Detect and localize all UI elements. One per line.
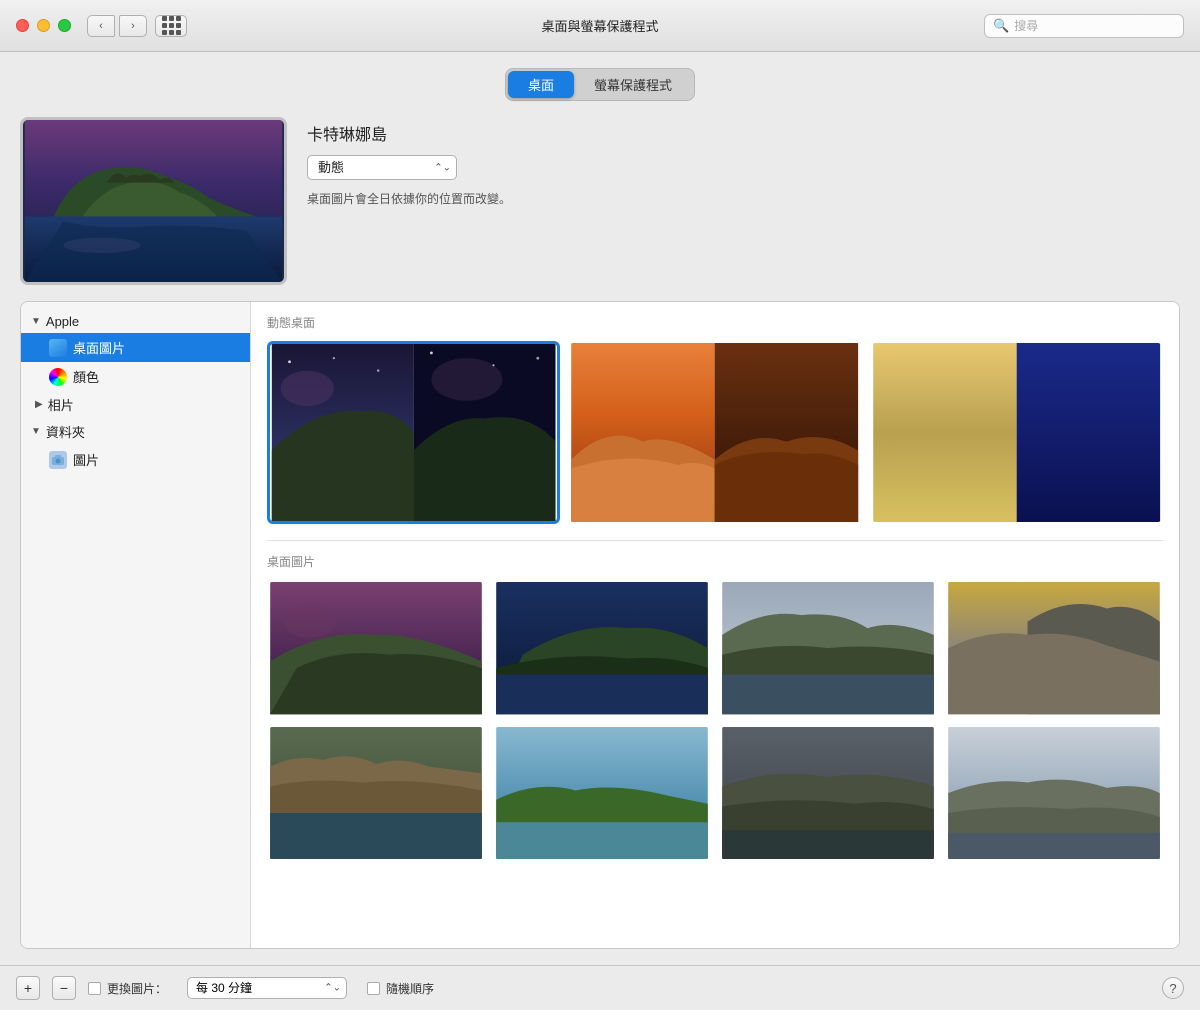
triangle-down-icon: ▼ [31,316,41,327]
sidebar-section-label: Apple [46,314,79,329]
wallpaper-static-7[interactable] [719,725,937,861]
sidebar-item-label: 顏色 [73,367,99,386]
interval-select[interactable]: 每 30 分鐘 每 1 小時 每天 登入時 喚醒時 [187,977,347,999]
section-divider [267,540,1163,541]
sidebar-apple-section[interactable]: ▼ Apple [21,310,250,333]
change-image-checkbox[interactable] [88,982,101,995]
wallpaper-mojave-dynamic[interactable] [568,341,861,524]
change-image-row: 更換圖片： [88,980,167,997]
sidebar-folders-section[interactable]: ▼ 資料夾 [21,418,250,445]
close-button[interactable] [16,19,29,32]
random-checkbox[interactable] [367,982,380,995]
interval-dropdown: 每 30 分鐘 每 1 小時 每天 登入時 喚醒時 ⌃⌄ [187,977,347,999]
minimize-button[interactable] [37,19,50,32]
preview-info: 卡特琳娜島 動態 靜態 明亮 ⌃⌄ 桌面圖片會全日依據你的位置而改變。 [307,117,511,207]
display-mode-select[interactable]: 動態 靜態 明亮 [307,155,457,180]
back-button[interactable]: ‹ [87,15,115,37]
static-section-title: 桌面圖片 [267,553,1163,570]
remove-button[interactable]: − [52,976,76,1000]
change-image-label: 更換圖片： [107,980,167,997]
wallpaper-catalina-dynamic[interactable] [267,341,560,524]
sidebar: ▼ Apple 桌面圖片 顏色 ▶ 相片 ▼ 資料夾 [21,302,251,948]
triangle-right-icon: ▶ [35,399,43,410]
dropdown-wrapper: 動態 靜態 明亮 ⌃⌄ [307,155,457,180]
photos-folder-icon [49,451,67,469]
sidebar-item-label: 桌面圖片 [73,338,125,357]
fullscreen-button[interactable] [58,19,71,32]
wallpaper-static-3[interactable] [719,580,937,716]
wallpaper-static-5[interactable] [267,725,485,861]
sidebar-item-label: 圖片 [73,450,99,469]
content-area: 動態桌面 [251,302,1179,948]
wallpaper-name: 卡特琳娜島 [307,121,511,145]
sidebar-photos-section[interactable]: ▶ 相片 [21,391,250,418]
folder-icon [49,339,67,357]
sidebar-item-colors[interactable]: 顏色 [21,362,250,391]
traffic-lights [16,19,71,32]
triangle-down-icon: ▼ [31,426,41,437]
options-col: 隨機順序 [367,980,434,997]
dynamic-section-title: 動態桌面 [267,314,1163,331]
sidebar-section-label: 相片 [48,395,74,414]
search-box[interactable]: 🔍 [984,14,1184,38]
sidebar-item-desktop-pictures[interactable]: 桌面圖片 [21,333,250,362]
wallpaper-static-8[interactable] [945,725,1163,861]
wallpaper-static-2[interactable] [493,580,711,716]
preview-image [23,120,284,282]
tabs-row: 桌面 螢幕保護程式 [20,68,1180,101]
wallpaper-blue-dynamic[interactable] [870,341,1163,524]
random-row: 隨機順序 [367,980,434,997]
sidebar-item-pictures-folder[interactable]: 圖片 [21,445,250,474]
wallpaper-static-1[interactable] [267,580,485,716]
nav-buttons: ‹ › [87,15,147,37]
forward-button[interactable]: › [119,15,147,37]
add-button[interactable]: + [16,976,40,1000]
camera-icon [51,454,65,466]
dropdown-row: 動態 靜態 明亮 ⌃⌄ [307,155,511,180]
preview-thumbnail [20,117,287,285]
dynamic-section: 動態桌面 [267,314,1163,524]
color-wheel-icon [49,368,67,386]
help-button[interactable]: ? [1162,977,1184,999]
static-wallpaper-grid [267,580,1163,861]
tab-screensaver[interactable]: 螢幕保護程式 [574,71,692,98]
search-icon: 🔍 [993,18,1009,34]
wallpaper-static-6[interactable] [493,725,711,861]
main-content: 桌面 螢幕保護程式 [0,52,1200,965]
sidebar-section-label: 資料夾 [46,422,85,441]
search-input[interactable] [1014,19,1175,33]
static-section: 桌面圖片 [267,553,1163,861]
window-title: 桌面與螢幕保護程式 [541,16,658,35]
dynamic-wallpaper-grid [267,341,1163,524]
grid-icon [162,16,181,35]
tab-group: 桌面 螢幕保護程式 [505,68,695,101]
apps-grid-button[interactable] [155,15,187,37]
preview-description: 桌面圖片會全日依據你的位置而改變。 [307,190,511,207]
bottom-bar: + − 更換圖片： 每 30 分鐘 每 1 小時 每天 登入時 喚醒時 ⌃⌄ 隨… [0,965,1200,1010]
titlebar: ‹ › 桌面與螢幕保護程式 🔍 [0,0,1200,52]
bottom-panel: ▼ Apple 桌面圖片 顏色 ▶ 相片 ▼ 資料夾 [20,301,1180,949]
wallpaper-static-4[interactable] [945,580,1163,716]
random-label: 隨機順序 [386,980,434,997]
tab-desktop[interactable]: 桌面 [508,71,574,98]
preview-area: 卡特琳娜島 動態 靜態 明亮 ⌃⌄ 桌面圖片會全日依據你的位置而改變。 [20,117,1180,285]
